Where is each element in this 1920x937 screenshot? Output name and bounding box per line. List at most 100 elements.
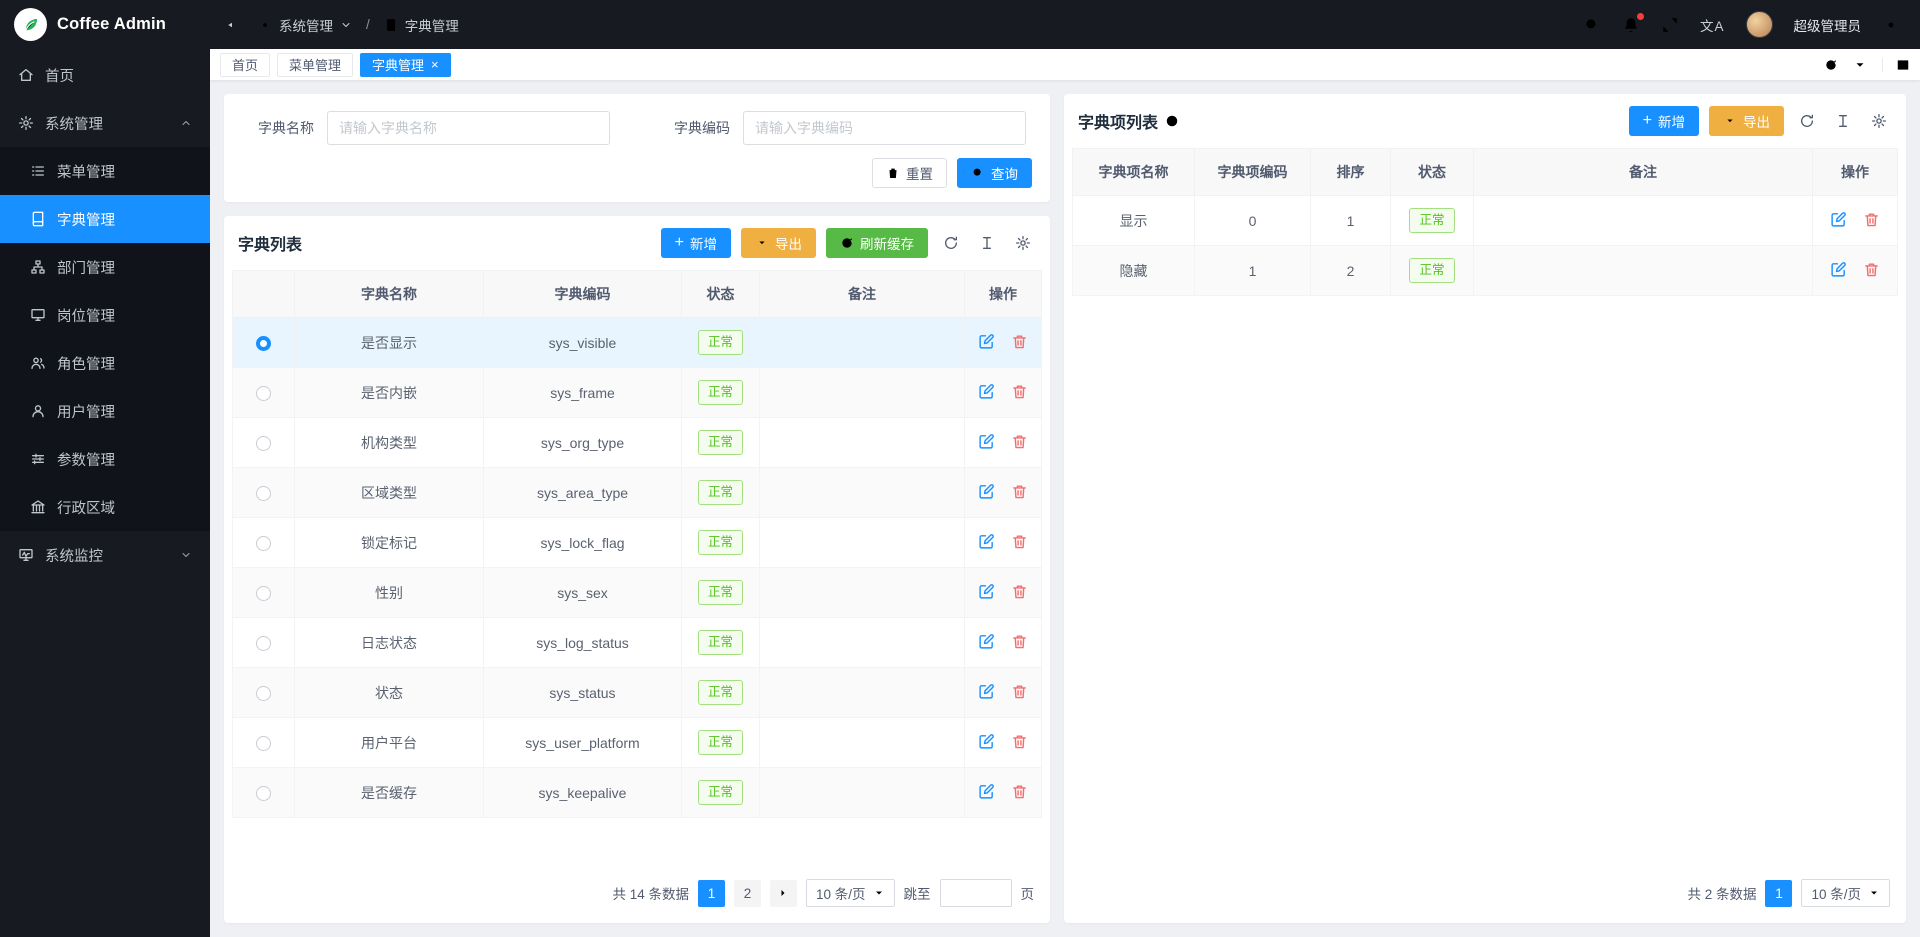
row-radio[interactable] — [256, 336, 271, 351]
sidebar-item-role-mgmt[interactable]: 角色管理 — [0, 339, 210, 387]
breadcrumb-system[interactable]: 系统管理 — [258, 15, 352, 35]
dict-code-input[interactable] — [743, 111, 1026, 145]
search-icon[interactable] — [1583, 16, 1601, 34]
tabs-layout-icon[interactable] — [1882, 58, 1910, 72]
table-row[interactable]: 用户平台 sys_user_platform 正常 — [233, 718, 1042, 768]
delete-icon[interactable] — [1011, 433, 1028, 450]
delete-icon[interactable] — [1863, 211, 1880, 228]
table-row[interactable]: 日志状态 sys_log_status 正常 — [233, 618, 1042, 668]
page-size-select[interactable]: 10 条/页 — [806, 879, 895, 907]
username[interactable]: 超级管理员 — [1794, 15, 1862, 35]
sidebar-item-region[interactable]: 行政区域 — [0, 483, 210, 531]
delete-icon[interactable] — [1011, 533, 1028, 550]
row-radio[interactable] — [256, 786, 271, 801]
table-row[interactable]: 是否内嵌 sys_frame 正常 — [233, 368, 1042, 418]
row-radio[interactable] — [256, 586, 271, 601]
dict-name-cell: 是否显示 — [295, 318, 484, 368]
translate-icon[interactable]: 文A — [1700, 15, 1725, 35]
reset-button[interactable]: 重置 — [872, 158, 947, 188]
edit-icon[interactable] — [978, 433, 995, 450]
edit-icon[interactable] — [978, 783, 995, 800]
table-row[interactable]: 锁定标记 sys_lock_flag 正常 — [233, 518, 1042, 568]
edit-icon[interactable] — [978, 633, 995, 650]
row-radio[interactable] — [256, 436, 271, 451]
table-row[interactable]: 隐藏 1 2 正常 — [1073, 246, 1898, 296]
close-icon[interactable]: × — [431, 58, 439, 71]
delete-icon[interactable] — [1011, 783, 1028, 800]
sidebar-item-menu-mgmt[interactable]: 菜单管理 — [0, 147, 210, 195]
fullscreen-icon[interactable] — [1661, 16, 1679, 34]
table-refresh-icon[interactable] — [1794, 108, 1820, 134]
row-radio[interactable] — [256, 536, 271, 551]
delete-icon[interactable] — [1011, 583, 1028, 600]
column-settings-icon[interactable] — [1830, 108, 1856, 134]
tabs-chevron-down-icon[interactable] — [1853, 58, 1867, 72]
dict-name-input[interactable] — [327, 111, 610, 145]
delete-icon[interactable] — [1011, 333, 1028, 350]
settings-gear-icon[interactable] — [1882, 16, 1900, 34]
page-button-2[interactable]: 2 — [734, 880, 761, 907]
table-row[interactable]: 显示 0 1 正常 — [1073, 196, 1898, 246]
sidebar-group-monitor[interactable]: 系统监控 — [0, 531, 210, 579]
breadcrumb-current[interactable]: 字典管理 — [384, 15, 459, 35]
sidebar-group-system[interactable]: 系统管理 — [0, 99, 210, 147]
sidebar-item-dict-mgmt[interactable]: 字典管理 — [0, 195, 210, 243]
tab-menu-mgmt[interactable]: 菜单管理 — [277, 53, 353, 77]
edit-icon[interactable] — [1830, 211, 1847, 228]
sidebar-collapse-icon[interactable] — [226, 16, 244, 34]
delete-icon[interactable] — [1011, 683, 1028, 700]
edit-icon[interactable] — [978, 683, 995, 700]
avatar[interactable] — [1746, 11, 1773, 38]
row-radio[interactable] — [256, 636, 271, 651]
sidebar-item-user-mgmt[interactable]: 用户管理 — [0, 387, 210, 435]
edit-icon[interactable] — [978, 483, 995, 500]
delete-icon[interactable] — [1863, 261, 1880, 278]
sidebar-item-dept-mgmt[interactable]: 部门管理 — [0, 243, 210, 291]
row-radio[interactable] — [256, 386, 271, 401]
column-settings-icon[interactable] — [974, 230, 1000, 256]
table-row[interactable]: 是否显示 sys_visible 正常 — [233, 318, 1042, 368]
sidebar-item-home[interactable]: 首页 — [0, 51, 210, 99]
page-size-select[interactable]: 10 条/页 — [1801, 879, 1890, 907]
sidebar-item-post-mgmt[interactable]: 岗位管理 — [0, 291, 210, 339]
tab-home[interactable]: 首页 — [220, 53, 270, 77]
row-radio[interactable] — [256, 736, 271, 751]
export-dict-button[interactable]: 导出 — [741, 228, 816, 258]
table-row[interactable]: 性别 sys_sex 正常 — [233, 568, 1042, 618]
table-refresh-icon[interactable] — [938, 230, 964, 256]
edit-icon[interactable] — [978, 383, 995, 400]
delete-icon[interactable] — [1011, 633, 1028, 650]
table-settings-gear-icon[interactable] — [1866, 108, 1892, 134]
edit-icon[interactable] — [978, 533, 995, 550]
delete-icon[interactable] — [1011, 483, 1028, 500]
edit-icon[interactable] — [978, 583, 995, 600]
home-icon — [18, 67, 34, 83]
page-jump-input[interactable] — [940, 879, 1012, 907]
info-icon[interactable] — [1165, 114, 1179, 128]
delete-icon[interactable] — [1011, 383, 1028, 400]
page-button-1[interactable]: 1 — [698, 880, 725, 907]
next-page-button[interactable] — [770, 880, 797, 907]
refresh-cache-button[interactable]: 刷新缓存 — [826, 228, 928, 258]
app-logo[interactable]: Coffee Admin — [0, 0, 210, 49]
row-radio[interactable] — [256, 486, 271, 501]
edit-icon[interactable] — [978, 733, 995, 750]
tab-dict-mgmt[interactable]: 字典管理 × — [360, 53, 451, 77]
table-row[interactable]: 状态 sys_status 正常 — [233, 668, 1042, 718]
table-row[interactable]: 机构类型 sys_org_type 正常 — [233, 418, 1042, 468]
edit-icon[interactable] — [978, 333, 995, 350]
add-dict-item-button[interactable]: + 新增 — [1629, 106, 1699, 136]
export-dict-item-button[interactable]: 导出 — [1709, 106, 1784, 136]
page-button-1[interactable]: 1 — [1765, 880, 1792, 907]
notification-bell-icon[interactable] — [1622, 16, 1640, 34]
sidebar-item-param-mgmt[interactable]: 参数管理 — [0, 435, 210, 483]
edit-icon[interactable] — [1830, 261, 1847, 278]
table-row[interactable]: 区域类型 sys_area_type 正常 — [233, 468, 1042, 518]
row-radio[interactable] — [256, 686, 271, 701]
table-settings-gear-icon[interactable] — [1010, 230, 1036, 256]
delete-icon[interactable] — [1011, 733, 1028, 750]
add-dict-button[interactable]: + 新增 — [661, 228, 731, 258]
table-row[interactable]: 是否缓存 sys_keepalive 正常 — [233, 768, 1042, 818]
query-button[interactable]: 查询 — [957, 158, 1032, 188]
tabs-refresh-icon[interactable] — [1824, 58, 1838, 72]
